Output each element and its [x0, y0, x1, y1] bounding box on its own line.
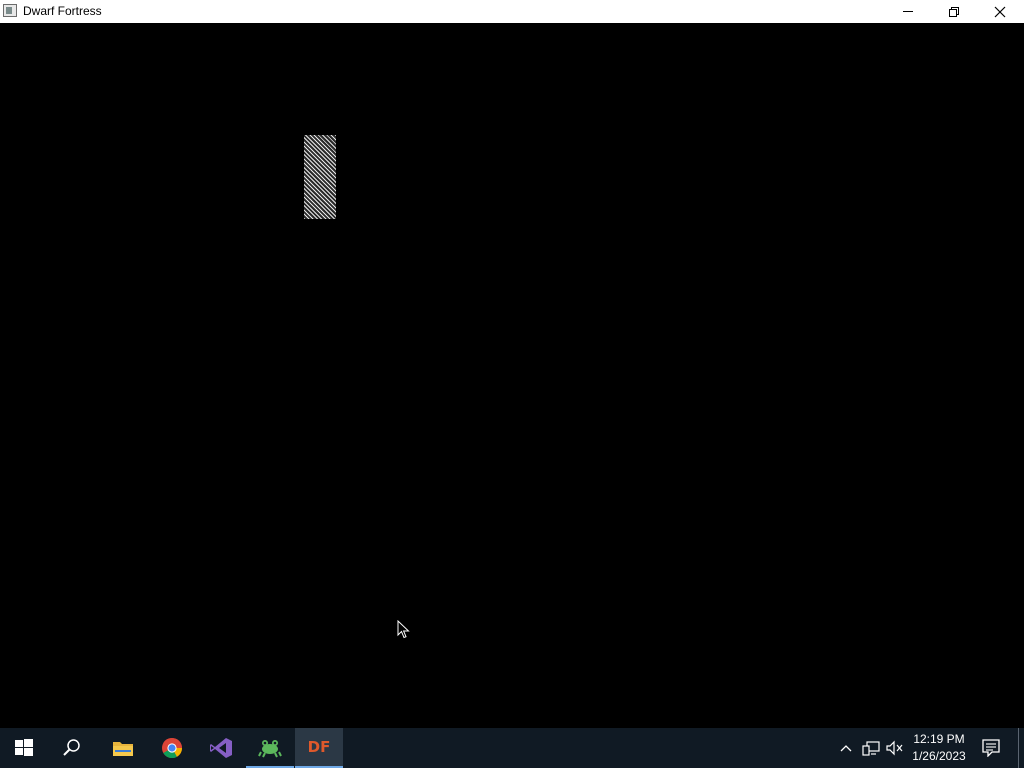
show-desktop-button[interactable] [1018, 728, 1019, 768]
windows-logo-icon [15, 739, 33, 756]
taskbar-clock[interactable]: 12:19 PM 1/26/2023 [904, 731, 974, 765]
taskbar-file-explorer[interactable] [98, 728, 146, 768]
clock-time: 12:19 PM [913, 732, 965, 746]
notification-icon[interactable] [982, 739, 1000, 757]
minimize-button[interactable] [885, 0, 931, 23]
taskbar-chrome[interactable] [148, 728, 196, 768]
minimize-icon [903, 11, 913, 12]
app-window-icon[interactable] [3, 4, 17, 17]
chrome-icon [162, 737, 183, 759]
taskbar-frog-app[interactable] [246, 728, 294, 768]
close-icon [994, 6, 1006, 18]
restore-icon [949, 7, 959, 17]
search-icon [63, 739, 80, 756]
network-icon[interactable] [862, 740, 880, 756]
mouse-cursor-icon [397, 620, 410, 639]
frog-icon [258, 740, 282, 758]
df-icon-label: DF [307, 738, 331, 756]
taskbar-visual-studio[interactable] [197, 728, 245, 768]
game-viewport[interactable] [0, 23, 1024, 728]
volume-muted-icon[interactable] [886, 740, 904, 756]
search-button[interactable] [48, 728, 96, 768]
taskbar: DF 12:19 PM 1/26/2023 [0, 728, 1024, 768]
start-button[interactable] [0, 728, 48, 768]
clock-date: 1/26/2023 [912, 749, 966, 763]
taskbar-dwarf-fortress[interactable]: DF [295, 728, 343, 768]
chevron-up-icon[interactable] [839, 742, 853, 754]
loading-tile-block [304, 135, 336, 219]
visual-studio-icon [210, 738, 232, 758]
folder-icon [113, 742, 133, 756]
close-button[interactable] [977, 0, 1023, 23]
restore-button[interactable] [931, 0, 977, 23]
window-titlebar[interactable]: Dwarf Fortress [0, 0, 1024, 23]
window-title: Dwarf Fortress [23, 4, 102, 18]
